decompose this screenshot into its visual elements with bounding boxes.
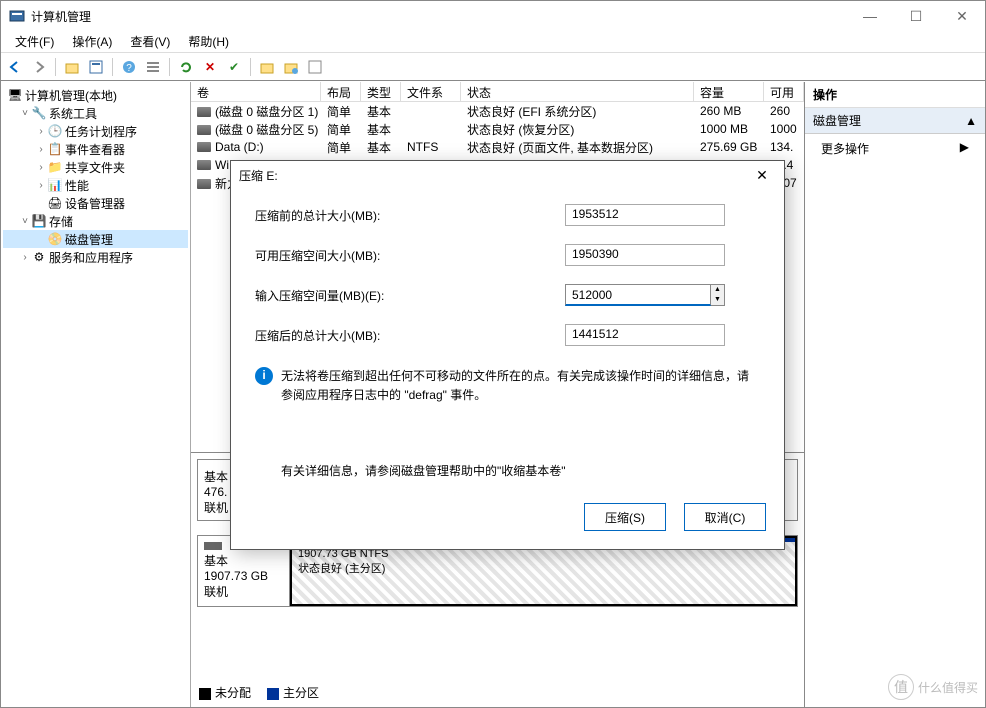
- device-icon: 🖨: [47, 195, 63, 211]
- dialog-titlebar: 压缩 E: ✕: [231, 161, 784, 189]
- spin-down-button[interactable]: ▼: [711, 295, 724, 305]
- window-controls: — ☐ ✕: [847, 1, 985, 31]
- shrink-button[interactable]: 压缩(S): [584, 503, 666, 531]
- storage-icon: 💾: [31, 213, 47, 229]
- col-layout[interactable]: 布局: [321, 82, 361, 101]
- watermark: 值 什么值得买: [888, 674, 978, 700]
- col-volume[interactable]: 卷: [191, 82, 321, 101]
- tree-devmgr[interactable]: 🖨设备管理器: [3, 194, 188, 212]
- available-label: 可用压缩空间大小(MB):: [255, 247, 565, 264]
- legend-unallocated-swatch: [199, 688, 211, 700]
- folder2-icon[interactable]: [281, 57, 301, 77]
- amount-label: 输入压缩空间量(MB)(E):: [255, 287, 565, 304]
- svg-text:?: ?: [126, 63, 132, 74]
- menu-help[interactable]: 帮助(H): [180, 31, 237, 52]
- col-filesystem[interactable]: 文件系统: [401, 82, 461, 101]
- up-button[interactable]: [62, 57, 82, 77]
- legend-primary-swatch: [267, 688, 279, 700]
- services-icon: ⚙: [31, 249, 47, 265]
- tree-systools[interactable]: ˅🔧系统工具: [3, 104, 188, 122]
- tree-shared[interactable]: ›📁共享文件夹: [3, 158, 188, 176]
- forward-button[interactable]: [29, 57, 49, 77]
- available-value: 1950390: [565, 244, 725, 266]
- cancel-button[interactable]: 取消(C): [684, 503, 766, 531]
- perf-icon: 📊: [47, 177, 63, 193]
- close-button[interactable]: ✕: [939, 1, 985, 31]
- disk-drive-icon: [204, 542, 222, 550]
- settings-button[interactable]: [305, 57, 325, 77]
- wrench-icon: 🔧: [31, 105, 47, 121]
- volume-icon: [197, 125, 211, 135]
- dialog-close-button[interactable]: ✕: [748, 161, 776, 189]
- volume-icon: [197, 142, 211, 152]
- total-before-label: 压缩前的总计大小(MB):: [255, 207, 565, 224]
- info-row-2: 有关详细信息，请参阅磁盘管理帮助中的"收缩基本卷": [281, 462, 760, 481]
- info-icon: i: [255, 367, 273, 385]
- minimize-button[interactable]: —: [847, 1, 893, 31]
- event-icon: 📋: [47, 141, 63, 157]
- legend: 未分配 主分区: [199, 684, 319, 701]
- app-icon: [9, 8, 25, 24]
- tree-root[interactable]: 🖥计算机管理(本地): [3, 86, 188, 104]
- chevron-right-icon: ▶: [960, 140, 969, 157]
- view-list-button[interactable]: [143, 57, 163, 77]
- tree-pane: 🖥计算机管理(本地) ˅🔧系统工具 ›🕒任务计划程序 ›📋事件查看器 ›📁共享文…: [1, 82, 191, 707]
- col-capacity[interactable]: 容量: [694, 82, 764, 101]
- tree-perf[interactable]: ›📊性能: [3, 176, 188, 194]
- total-before-value: 1953512: [565, 204, 725, 226]
- toolbar: ? ✕ ✔: [1, 53, 985, 81]
- col-type[interactable]: 类型: [361, 82, 401, 101]
- col-status[interactable]: 状态: [461, 82, 694, 101]
- dialog-body: 压缩前的总计大小(MB): 1953512 可用压缩空间大小(MB): 1950…: [231, 189, 784, 491]
- tree-services[interactable]: ›⚙服务和应用程序: [3, 248, 188, 266]
- computer-icon: 🖥: [7, 87, 23, 103]
- help-icon[interactable]: ?: [119, 57, 139, 77]
- properties-button[interactable]: [86, 57, 106, 77]
- total-after-label: 压缩后的总计大小(MB):: [255, 327, 565, 344]
- maximize-button[interactable]: ☐: [893, 1, 939, 31]
- clock-icon: 🕒: [47, 123, 63, 139]
- dialog-title: 压缩 E:: [239, 167, 748, 184]
- menu-view[interactable]: 查看(V): [122, 31, 178, 52]
- tree-storage[interactable]: ˅💾存储: [3, 212, 188, 230]
- refresh-button[interactable]: [176, 57, 196, 77]
- volume-icon: [197, 179, 211, 189]
- collapse-icon: ▲: [965, 114, 977, 128]
- folder-shared-icon: 📁: [47, 159, 63, 175]
- check-button[interactable]: ✔: [224, 57, 244, 77]
- menu-action[interactable]: 操作(A): [64, 31, 120, 52]
- table-row[interactable]: (磁盘 0 磁盘分区 1) 简单 基本 状态良好 (EFI 系统分区) 260 …: [191, 102, 804, 120]
- delete-button[interactable]: ✕: [200, 57, 220, 77]
- tree-eventviewer[interactable]: ›📋事件查看器: [3, 140, 188, 158]
- volume-icon: [197, 160, 211, 170]
- tree-scheduler[interactable]: ›🕒任务计划程序: [3, 122, 188, 140]
- actions-more[interactable]: 更多操作 ▶: [805, 134, 985, 163]
- tree-diskmgmt[interactable]: 📀磁盘管理: [3, 230, 188, 248]
- total-after-value: 1441512: [565, 324, 725, 346]
- disk-icon: 📀: [47, 231, 63, 247]
- titlebar: 计算机管理 — ☐ ✕: [1, 1, 985, 31]
- info-row-1: i 无法将卷压缩到超出任何不可移动的文件所在的点。有关完成该操作时间的详细信息，…: [255, 367, 760, 405]
- col-free[interactable]: 可用: [764, 82, 804, 101]
- amount-spinner: ▲ ▼: [565, 284, 725, 306]
- window-title: 计算机管理: [31, 8, 847, 25]
- folder-icon[interactable]: [257, 57, 277, 77]
- shrink-dialog: 压缩 E: ✕ 压缩前的总计大小(MB): 1953512 可用压缩空间大小(M…: [230, 160, 785, 550]
- actions-group[interactable]: 磁盘管理 ▲: [805, 108, 985, 134]
- menu-file[interactable]: 文件(F): [7, 31, 62, 52]
- actions-pane: 操作 磁盘管理 ▲ 更多操作 ▶: [805, 82, 985, 707]
- volume-grid-header: 卷 布局 类型 文件系统 状态 容量 可用: [191, 82, 804, 102]
- watermark-icon: 值: [888, 674, 914, 700]
- spin-up-button[interactable]: ▲: [711, 285, 724, 295]
- menubar: 文件(F) 操作(A) 查看(V) 帮助(H): [1, 31, 985, 53]
- table-row[interactable]: (磁盘 0 磁盘分区 5) 简单 基本 状态良好 (恢复分区) 1000 MB …: [191, 120, 804, 138]
- dialog-footer: 压缩(S) 取消(C): [231, 491, 784, 549]
- back-button[interactable]: [5, 57, 25, 77]
- actions-header: 操作: [805, 82, 985, 108]
- amount-input[interactable]: [565, 284, 711, 306]
- table-row[interactable]: Data (D:) 简单 基本 NTFS 状态良好 (页面文件, 基本数据分区)…: [191, 138, 804, 156]
- volume-icon: [197, 107, 211, 117]
